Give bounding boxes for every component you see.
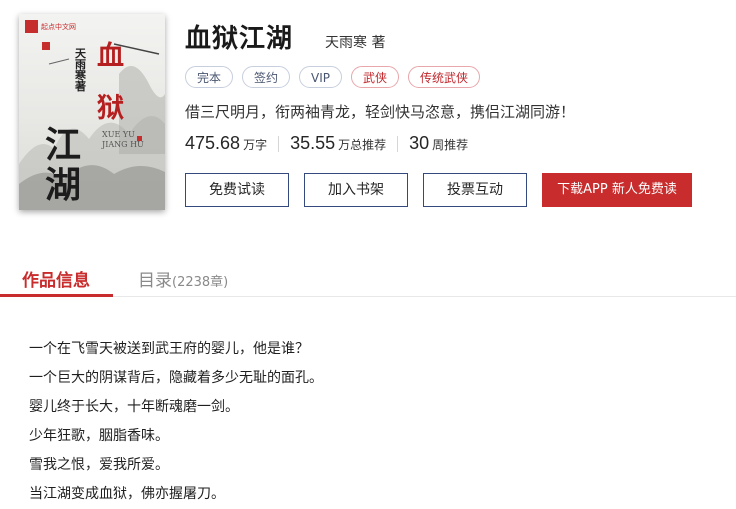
book-intro: 借三尺明月，衔两袖青龙，轻剑快马恣意，携侣江湖同游！ [185, 103, 576, 121]
active-tab-indicator [0, 294, 113, 297]
tab-toc-label: 目录 [138, 271, 172, 291]
vote-button[interactable]: 投票互动 [423, 173, 527, 207]
add-to-shelf-button[interactable]: 加入书架 [304, 173, 408, 207]
cover-pinyin-2: JIANG HU [102, 140, 144, 149]
description-line: 雪我之恨，爱我所爱。 [29, 457, 169, 473]
cover-pinyin-1: XUE YU [102, 130, 135, 139]
description-line: 当江湖变成血狱，佛亦握屠刀。 [29, 486, 225, 502]
stat-divider [397, 135, 399, 152]
tag-completed: 完本 [185, 66, 234, 88]
stat-week-recommend-value: 30 [409, 133, 430, 153]
tag-signed: 签约 [242, 66, 291, 88]
description-line: 婴儿终于长大，十年断魂磨一剑。 [29, 399, 239, 415]
book-author[interactable]: 天雨寒 著 [325, 32, 385, 52]
stat-week-recommend: 30 周推荐 [409, 133, 468, 154]
tag-vip: VIP [299, 66, 343, 88]
cover-mark-icon [137, 136, 142, 141]
cover-title-black-2: 湖 [45, 164, 82, 206]
stat-total-recommend-unit: 万总推荐 [338, 138, 387, 152]
cover-author: 天雨寒著 [75, 47, 86, 93]
description-line: 一个在飞雪天被送到武王府的婴儿，他是谁？ [29, 341, 309, 357]
free-read-button[interactable]: 免费试读 [185, 173, 289, 207]
book-stats: 475.68 万字 35.55 万总推荐 30 周推荐 [185, 133, 468, 154]
cover-title-red-2: 狱 [97, 93, 124, 124]
cover-publisher: 起点中文网 [25, 20, 81, 33]
cover-title-black-1: 江 [45, 124, 82, 166]
tag-category[interactable]: 武侠 [351, 66, 400, 88]
book-title: 血狱江湖 [185, 24, 294, 54]
download-app-button[interactable]: 下载APP 新人免费读 [542, 173, 692, 207]
tag-list: 完本 签约 VIP 武侠 传统武侠 [185, 66, 481, 88]
stat-words-value: 475.68 [185, 133, 241, 153]
stat-divider [278, 135, 280, 152]
stat-week-recommend-unit: 周推荐 [432, 138, 469, 152]
cover-title-red-1: 血 [97, 41, 124, 72]
stat-total-recommend-value: 35.55 [290, 133, 336, 153]
cover-seal-icon [42, 42, 50, 50]
publisher-seal-icon [25, 20, 38, 33]
description-line: 一个巨大的阴谋背后，隐藏着多少无耻的面孔。 [29, 370, 323, 386]
tag-subcategory[interactable]: 传统武侠 [408, 66, 481, 88]
book-description: 一个在飞雪天被送到武王府的婴儿，他是谁？ 一个巨大的阴谋背后，隐藏着多少无耻的面… [29, 335, 323, 509]
stat-words-unit: 万字 [243, 138, 268, 152]
description-line: 少年狂歌，胭脂香味。 [29, 428, 169, 444]
book-cover[interactable]: 起点中文网 天雨寒著 血 狱 XUE YU JIANG HU 江 湖 [19, 14, 165, 210]
tab-table-of-contents[interactable]: 目录(2238章) [138, 266, 228, 291]
tab-toc-count: (2238章) [172, 275, 229, 290]
cover-landscape [19, 43, 165, 210]
stat-words: 475.68 万字 [185, 133, 267, 154]
tab-book-info[interactable]: 作品信息 [22, 266, 90, 291]
stat-total-recommend: 35.55 万总推荐 [290, 133, 386, 154]
